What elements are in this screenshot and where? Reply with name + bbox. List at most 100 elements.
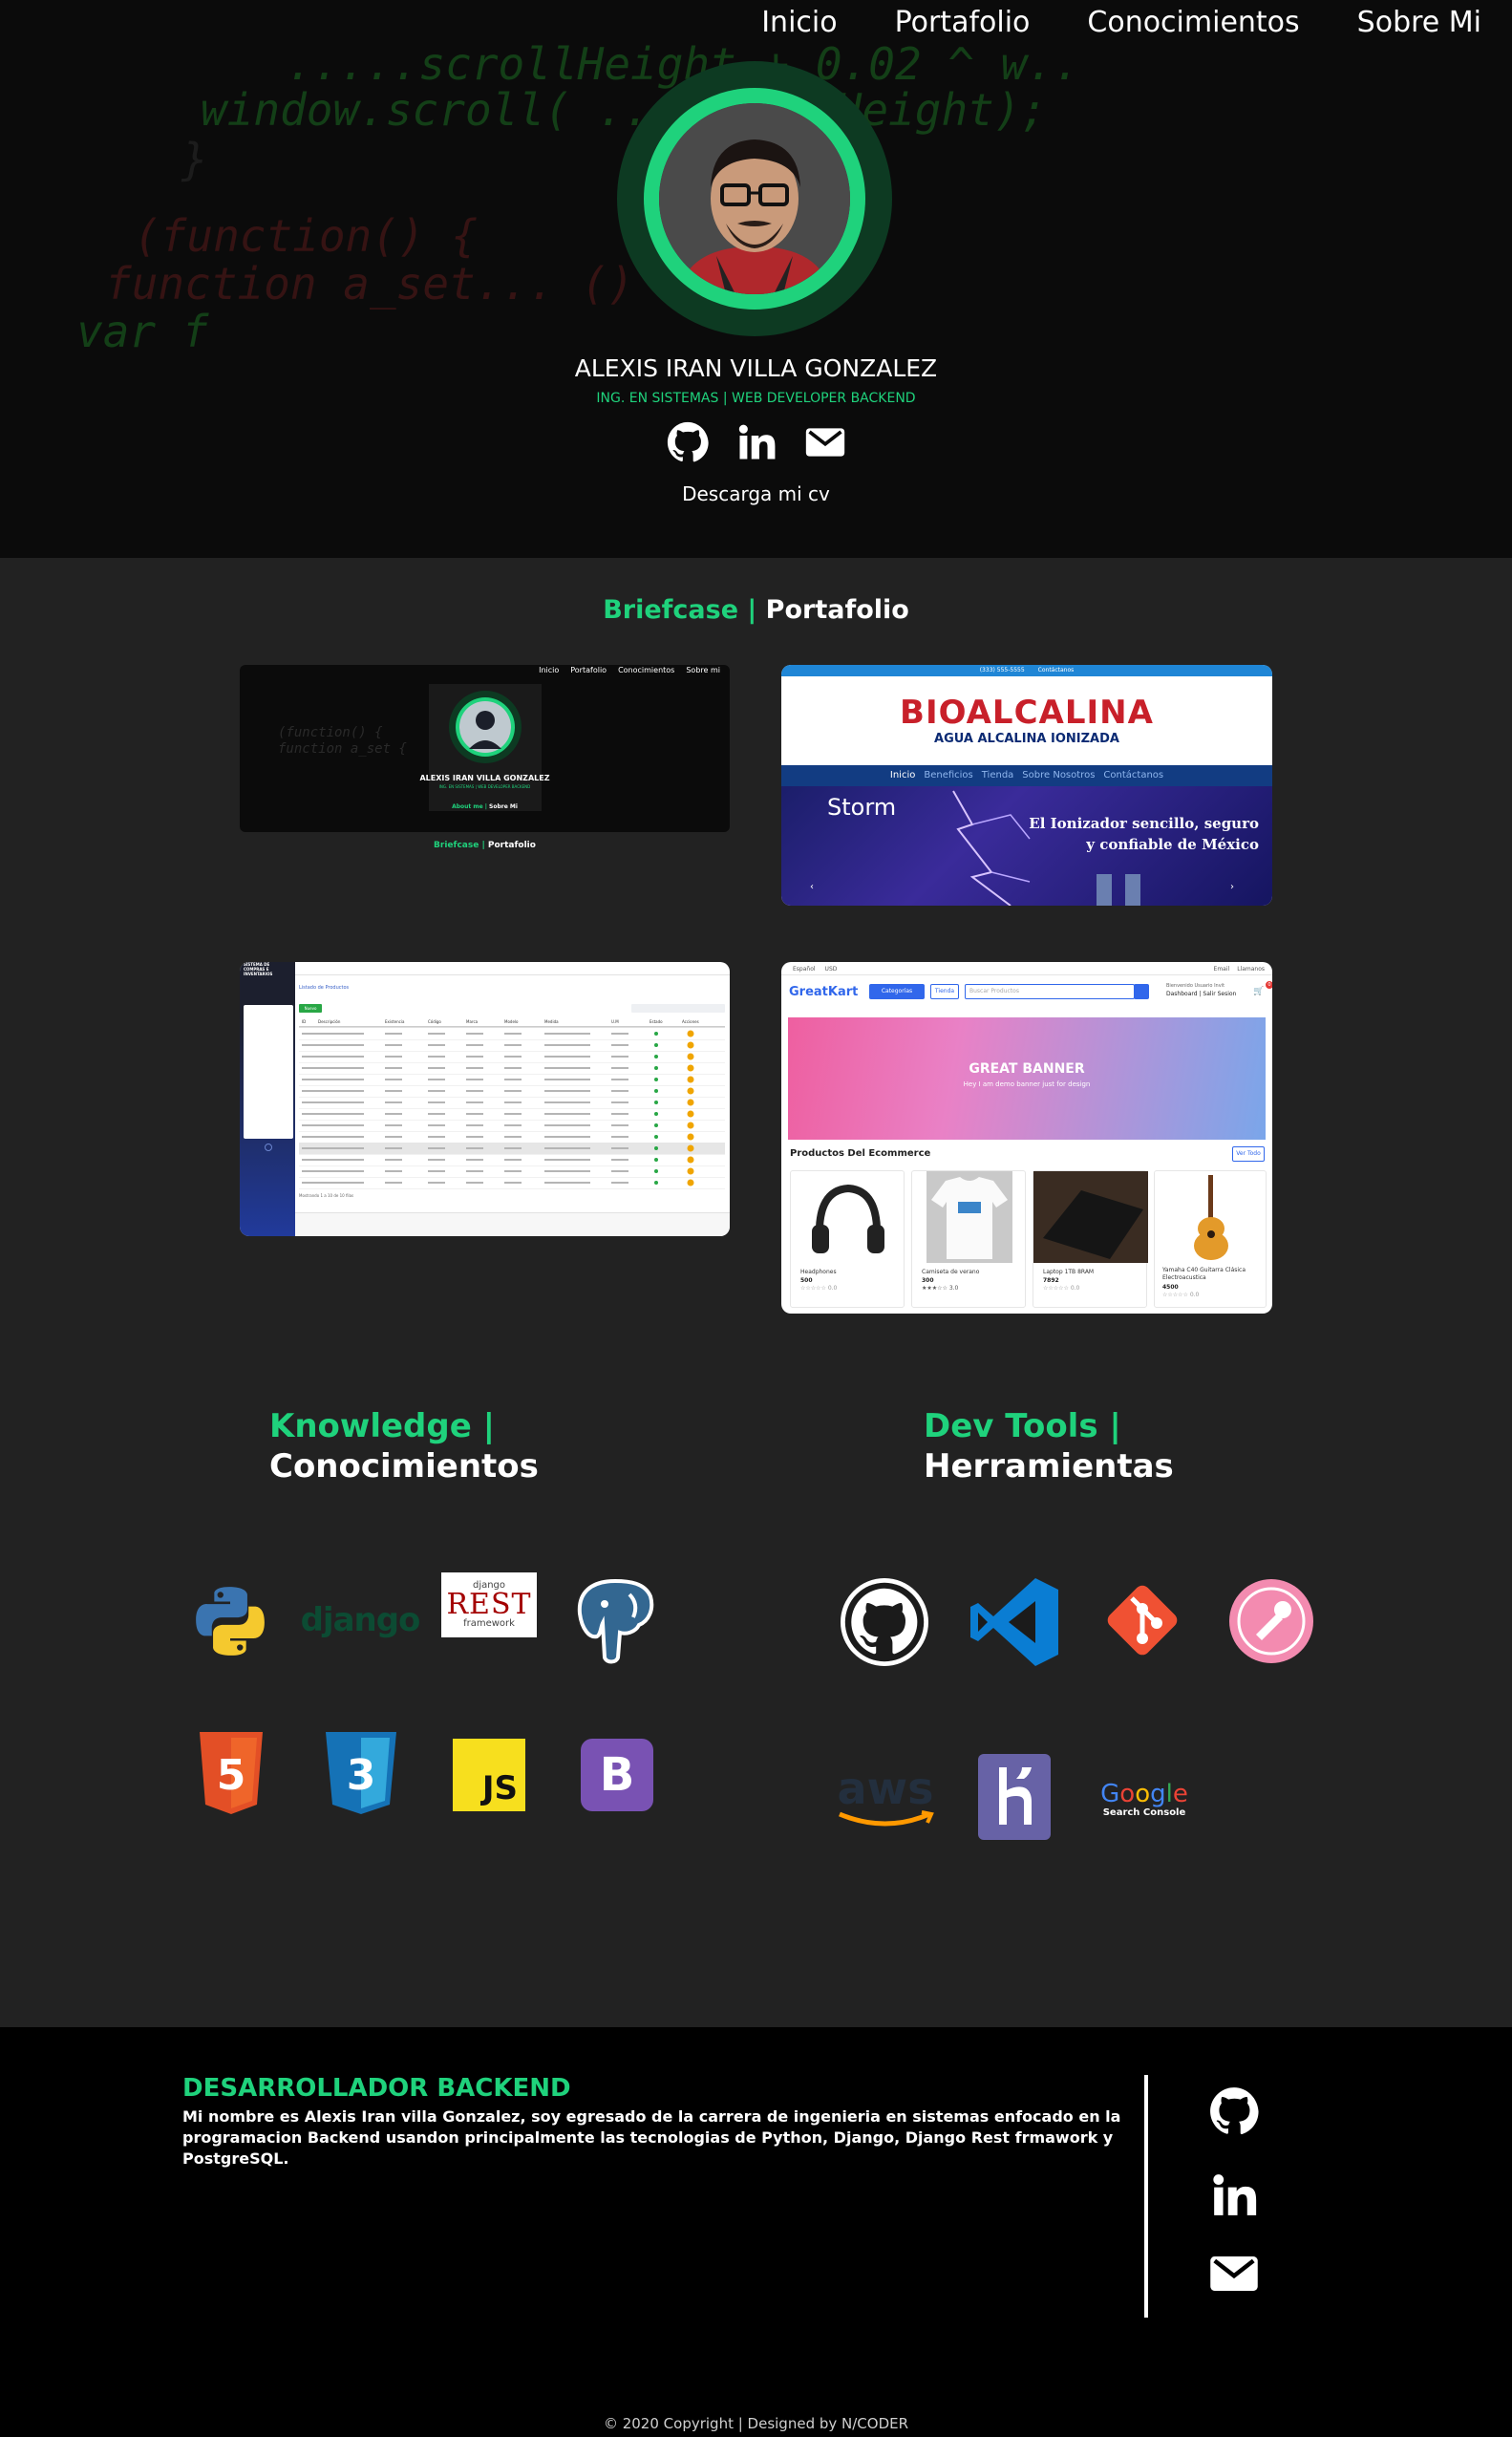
tools-heading: Dev Tools | Herramientas	[924, 1406, 1174, 1486]
bio-menu-item[interactable]: Contáctanos	[1103, 765, 1163, 786]
gk-account-links[interactable]: Dashboard | Salir Sesion	[1166, 991, 1236, 997]
footer-bio: Mi nombre es Alexis Iran villa Gonzalez,…	[182, 2107, 1121, 2168]
gk-product-rating-value: 0.0	[1070, 1285, 1080, 1292]
tools-main: Herramientas	[924, 1447, 1174, 1486]
table-row	[299, 1053, 725, 1063]
portfolio-title-accent: Briefcase |	[603, 595, 757, 625]
mail-icon[interactable]	[803, 420, 847, 464]
gk-banner: GREAT BANNER Hey I am demo banner just f…	[788, 1017, 1266, 1140]
inv-col: Medida	[544, 1019, 559, 1024]
gk-products-title: Productos Del Ecommerce	[790, 1148, 931, 1159]
project-card-inventario[interactable]: SISTEMA DE COMPRAS E INVENTARIOS Listado…	[240, 962, 730, 1236]
inv-col: Estado	[650, 1019, 663, 1024]
mini-nav: Inicio Portafolio Conocimientos Sobre mi	[539, 665, 720, 676]
cart-icon[interactable]: 🛒	[1253, 987, 1264, 996]
svg-text:(function() {: (function() {	[278, 725, 383, 740]
gk-search-input[interactable]: Buscar Productos	[965, 984, 1135, 999]
caption-main: Portafolio	[487, 841, 536, 850]
gk-product-rating: ☆☆☆☆☆ 0.0	[800, 1285, 838, 1292]
table-row	[299, 1156, 725, 1166]
linkedin-icon[interactable]	[1205, 2167, 1263, 2224]
mini-nav-item: Portafolio	[570, 666, 607, 674]
github-icon[interactable]	[1205, 2083, 1263, 2140]
gk-lang[interactable]: Español	[793, 966, 816, 973]
bio-banner-line2: y confiable de México	[1086, 836, 1259, 853]
python-icon	[187, 1580, 273, 1662]
inv-search-input[interactable]	[631, 1004, 725, 1013]
bio-banner: ‹ › Storm El Ionizador sencillo, seguro …	[781, 786, 1272, 906]
gk-see-all-button[interactable]: Ver Todo	[1232, 1146, 1265, 1162]
django-wordmark: django	[300, 1601, 421, 1639]
inv-col: Existencia	[385, 1019, 405, 1024]
nav-portafolio[interactable]: Portafolio	[895, 0, 1031, 48]
gk-product-name: Headphones	[800, 1269, 837, 1275]
bio-brand: BIOALCALINA	[900, 694, 1154, 732]
project-card-greatkart[interactable]: Español USD Email Llamanos GreatKart Cat…	[781, 962, 1272, 1314]
mini-about-accent: About me |	[452, 803, 487, 810]
download-cv-link[interactable]: Descarga mi cv	[0, 482, 1512, 505]
search-console-label: Search Console	[1102, 1806, 1186, 1818]
gk-product-card[interactable]: Headphones 500 ☆☆☆☆☆ 0.0	[790, 1170, 905, 1308]
inv-bottom-bar	[295, 1212, 730, 1236]
knowledge-accent: Knowledge |	[269, 1407, 496, 1445]
linkedin-icon[interactable]	[735, 420, 778, 464]
avatar	[659, 103, 850, 294]
gk-currency[interactable]: USD	[825, 966, 838, 973]
bio-phone: (333) 555-5555	[979, 667, 1025, 673]
gk-product-price: 4500	[1162, 1284, 1179, 1291]
bio-menu-item[interactable]: Inicio	[890, 765, 915, 786]
gk-product-card[interactable]: Yamaha C40 Guitarra Clásica Electroacust…	[1154, 1170, 1267, 1308]
gk-call[interactable]: Llamanos	[1237, 966, 1265, 973]
css3-icon: 3	[321, 1729, 401, 1817]
collapse-icon[interactable]	[265, 1144, 272, 1151]
bio-menu-item[interactable]: Beneficios	[924, 765, 972, 786]
gk-store-button[interactable]: Tienda	[930, 984, 959, 999]
aws-icon: aws	[833, 1762, 938, 1834]
bio-banner-text: El Ionizador sencillo, seguro y confiabl…	[1001, 813, 1259, 855]
bio-menu: Inicio Beneficios Tienda Sobre Nosotros …	[781, 765, 1272, 786]
vscode-icon	[965, 1572, 1064, 1672]
gk-top-right: Email Llamanos	[1214, 966, 1265, 973]
svg-text:›: ›	[1230, 882, 1234, 892]
gk-product-rating: ☆☆☆☆☆ 0.0	[1162, 1292, 1200, 1298]
nav-conocimientos[interactable]: Conocimientos	[1087, 0, 1299, 48]
bio-menu-item[interactable]: Tienda	[982, 765, 1014, 786]
gk-brand[interactable]: GreatKart	[789, 985, 858, 999]
gk-email[interactable]: Email	[1214, 966, 1230, 973]
inv-sidebar: SISTEMA DE COMPRAS E INVENTARIOS	[240, 962, 295, 1236]
nav-sobre-mi[interactable]: Sobre Mi	[1357, 0, 1481, 48]
main-nav: Inicio Portafolio Conocimientos Sobre Mi	[761, 0, 1512, 48]
mini-nav-item: Sobre mi	[686, 666, 720, 674]
inv-col: Código	[428, 1019, 441, 1024]
inv-new-button[interactable]: Nuevo	[299, 1004, 322, 1013]
bio-contact: Contáctanos	[1037, 667, 1075, 673]
gk-categories-button[interactable]: Categorías	[869, 984, 925, 999]
knowledge-main: Conocimientos	[269, 1447, 539, 1486]
laptop-image	[1033, 1171, 1148, 1263]
project-card-bioalcalina[interactable]: (333) 555-5555 Contáctanos BIOALCALINA A…	[781, 665, 1272, 906]
mini-about-main: Sobre Mi	[489, 803, 518, 810]
gk-product-card[interactable]: Camiseta de verano 300 ★★★☆☆ 3.0	[911, 1170, 1026, 1308]
github-icon[interactable]	[666, 420, 710, 464]
search-icon[interactable]	[1134, 984, 1149, 999]
gk-banner-sub: Hey I am demo banner just for design	[963, 1080, 1091, 1088]
bio-menu-item[interactable]: Sobre Nosotros	[1022, 765, 1095, 786]
bio-topbar: (333) 555-5555 Contáctanos	[781, 665, 1272, 676]
aws-wordmark: aws	[837, 1763, 934, 1814]
css3-number: 3	[347, 1751, 376, 1800]
mail-icon[interactable]	[1205, 2245, 1263, 2302]
gk-product-card[interactable]: Laptop 1TB 8RAM 7892 ☆☆☆☆☆ 0.0	[1033, 1170, 1148, 1308]
caption-accent: Briefcase |	[434, 841, 485, 850]
table-row	[299, 1087, 725, 1098]
mini-nav-item: Inicio	[539, 666, 560, 674]
gk-top-links: Español USD	[793, 966, 837, 973]
inv-sidebar-menu	[244, 1005, 293, 1139]
mini-nav-item: Conocimientos	[618, 666, 675, 674]
project-card-portfolio[interactable]: (function() { function a_set { Inicio Po…	[240, 665, 730, 832]
gk-product-name: Camiseta de verano	[922, 1269, 980, 1275]
table-row	[299, 1064, 725, 1075]
nav-inicio[interactable]: Inicio	[761, 0, 837, 48]
html5-number: 5	[217, 1751, 246, 1800]
tshirt-image	[926, 1171, 1012, 1263]
svg-text:‹: ‹	[810, 882, 814, 892]
